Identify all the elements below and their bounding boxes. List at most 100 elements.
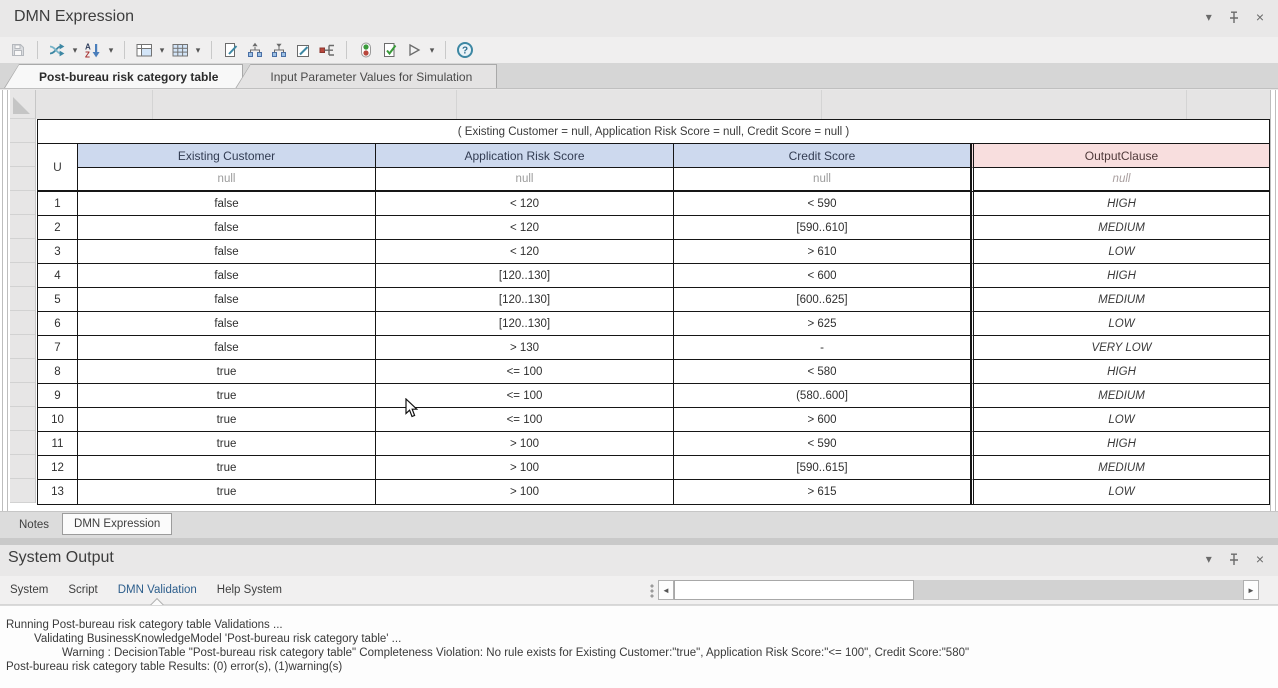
save-icon[interactable] [8, 40, 28, 60]
rule-input-cell[interactable]: [120..130] [376, 312, 674, 336]
input-column-header[interactable]: Application Risk Score [376, 144, 674, 168]
input-default-cell[interactable]: null [78, 168, 376, 192]
validate-icon[interactable] [356, 40, 376, 60]
rule-number-cell[interactable]: 13 [38, 480, 78, 504]
rule-input-cell[interactable]: > 130 [376, 336, 674, 360]
gutter-cell[interactable] [10, 431, 35, 455]
run-simulation-icon[interactable] [404, 40, 424, 60]
tab-input-parameter-values-for-simulation[interactable]: Input Parameter Values for Simulation [235, 64, 497, 88]
rule-input-cell[interactable]: <= 100 [376, 408, 674, 432]
rule-input-cell[interactable]: <= 100 [376, 360, 674, 384]
scrollbar-grip[interactable] [650, 584, 654, 598]
rule-number-cell[interactable]: 7 [38, 336, 78, 360]
rule-input-cell[interactable]: false [78, 312, 376, 336]
merge-cells-icon[interactable] [317, 40, 337, 60]
rule-output-cell[interactable]: LOW [971, 240, 1269, 264]
rule-output-cell[interactable]: VERY LOW [971, 336, 1269, 360]
output-default-cell[interactable]: null [971, 168, 1269, 192]
rule-input-cell[interactable]: > 100 [376, 432, 674, 456]
right-splitter[interactable] [1270, 90, 1276, 511]
pin-icon[interactable] [1229, 553, 1239, 566]
select-all-cell[interactable] [10, 90, 35, 119]
chevron-down-icon[interactable]: ▾ [158, 45, 166, 56]
tab-dmn-expression[interactable]: DMN Expression [62, 513, 172, 535]
rule-input-cell[interactable]: false [78, 240, 376, 264]
rule-number-cell[interactable]: 10 [38, 408, 78, 432]
input-default-cell[interactable]: null [376, 168, 674, 192]
sort-az-icon[interactable]: AZ [83, 40, 103, 60]
horizontal-scrollbar[interactable] [674, 580, 1243, 600]
rule-input-cell[interactable]: false [78, 288, 376, 312]
rule-input-cell[interactable]: false [78, 192, 376, 216]
rule-input-cell[interactable]: true [78, 480, 376, 504]
invocation-parameters-row[interactable]: ( Existing Customer = null, Application … [38, 120, 1269, 144]
gutter-cell[interactable] [10, 479, 35, 503]
gutter-cell[interactable] [10, 359, 35, 383]
scroll-right-button[interactable]: ► [1243, 580, 1259, 600]
rule-input-cell[interactable]: false [78, 216, 376, 240]
rule-number-cell[interactable]: 3 [38, 240, 78, 264]
rule-number-cell[interactable]: 11 [38, 432, 78, 456]
rule-input-cell[interactable]: true [78, 432, 376, 456]
chevron-down-icon[interactable]: ▾ [71, 45, 79, 56]
rule-output-cell[interactable]: HIGH [971, 360, 1269, 384]
rule-input-cell[interactable]: [120..130] [376, 288, 674, 312]
rule-input-cell[interactable]: > 100 [376, 480, 674, 504]
rule-input-cell[interactable]: (580..600] [674, 384, 971, 408]
scrollbar-thumb[interactable] [674, 580, 914, 600]
rule-output-cell[interactable]: MEDIUM [971, 288, 1269, 312]
rule-input-cell[interactable]: < 120 [376, 192, 674, 216]
tab-notes[interactable]: Notes [8, 515, 60, 535]
close-icon[interactable]: × [1256, 552, 1264, 566]
gutter-cell[interactable] [10, 239, 35, 263]
gutter-cell[interactable] [10, 311, 35, 335]
gutter-cell[interactable] [10, 383, 35, 407]
gutter-cell[interactable] [10, 143, 35, 167]
rule-output-cell[interactable]: HIGH [971, 264, 1269, 288]
rule-input-cell[interactable]: [590..615] [674, 456, 971, 480]
rule-output-cell[interactable]: MEDIUM [971, 216, 1269, 240]
pin-icon[interactable] [1229, 11, 1239, 24]
rule-number-cell[interactable]: 6 [38, 312, 78, 336]
rule-input-cell[interactable]: true [78, 456, 376, 480]
input-column-header[interactable]: Existing Customer [78, 144, 376, 168]
output-tab-dmn-validation[interactable]: DMN Validation [118, 576, 197, 604]
gutter-cell[interactable] [10, 407, 35, 431]
rule-number-cell[interactable]: 9 [38, 384, 78, 408]
gutter-cell[interactable] [10, 167, 35, 191]
rule-input-cell[interactable]: - [674, 336, 971, 360]
rule-input-cell[interactable]: true [78, 360, 376, 384]
rule-output-cell[interactable]: LOW [971, 312, 1269, 336]
input-column-header[interactable]: Credit Score [674, 144, 971, 168]
rule-number-cell[interactable]: 12 [38, 456, 78, 480]
gutter-cell[interactable] [10, 191, 35, 215]
rule-number-cell[interactable]: 5 [38, 288, 78, 312]
rule-input-cell[interactable]: false [78, 336, 376, 360]
close-icon[interactable]: × [1256, 10, 1264, 24]
rule-output-cell[interactable]: LOW [971, 480, 1269, 504]
rule-input-cell[interactable]: < 120 [376, 240, 674, 264]
rule-input-cell[interactable]: [590..610] [674, 216, 971, 240]
rule-input-cell[interactable]: > 610 [674, 240, 971, 264]
rule-output-cell[interactable]: HIGH [971, 432, 1269, 456]
chevron-down-icon[interactable]: ▾ [107, 45, 115, 56]
rule-output-cell[interactable]: MEDIUM [971, 384, 1269, 408]
rule-input-cell[interactable]: false [78, 264, 376, 288]
output-column-header[interactable]: OutputClause [971, 144, 1269, 168]
rule-output-cell[interactable]: HIGH [971, 192, 1269, 216]
rule-input-cell[interactable]: < 600 [674, 264, 971, 288]
chevron-down-icon[interactable]: ▾ [428, 45, 436, 56]
output-tab-help-system[interactable]: Help System [217, 576, 282, 604]
output-tab-script[interactable]: Script [68, 576, 97, 604]
rule-input-cell[interactable]: <= 100 [376, 384, 674, 408]
rule-input-cell[interactable]: > 100 [376, 456, 674, 480]
rule-input-cell[interactable]: < 580 [674, 360, 971, 384]
edit-document-icon[interactable] [221, 40, 241, 60]
rule-number-cell[interactable]: 1 [38, 192, 78, 216]
rule-input-cell[interactable]: > 625 [674, 312, 971, 336]
input-default-cell[interactable]: null [674, 168, 971, 192]
window-menu-icon[interactable]: ▾ [1206, 10, 1212, 24]
chevron-down-icon[interactable]: ▾ [194, 45, 202, 56]
rule-input-cell[interactable]: < 590 [674, 192, 971, 216]
rule-number-cell[interactable]: 8 [38, 360, 78, 384]
